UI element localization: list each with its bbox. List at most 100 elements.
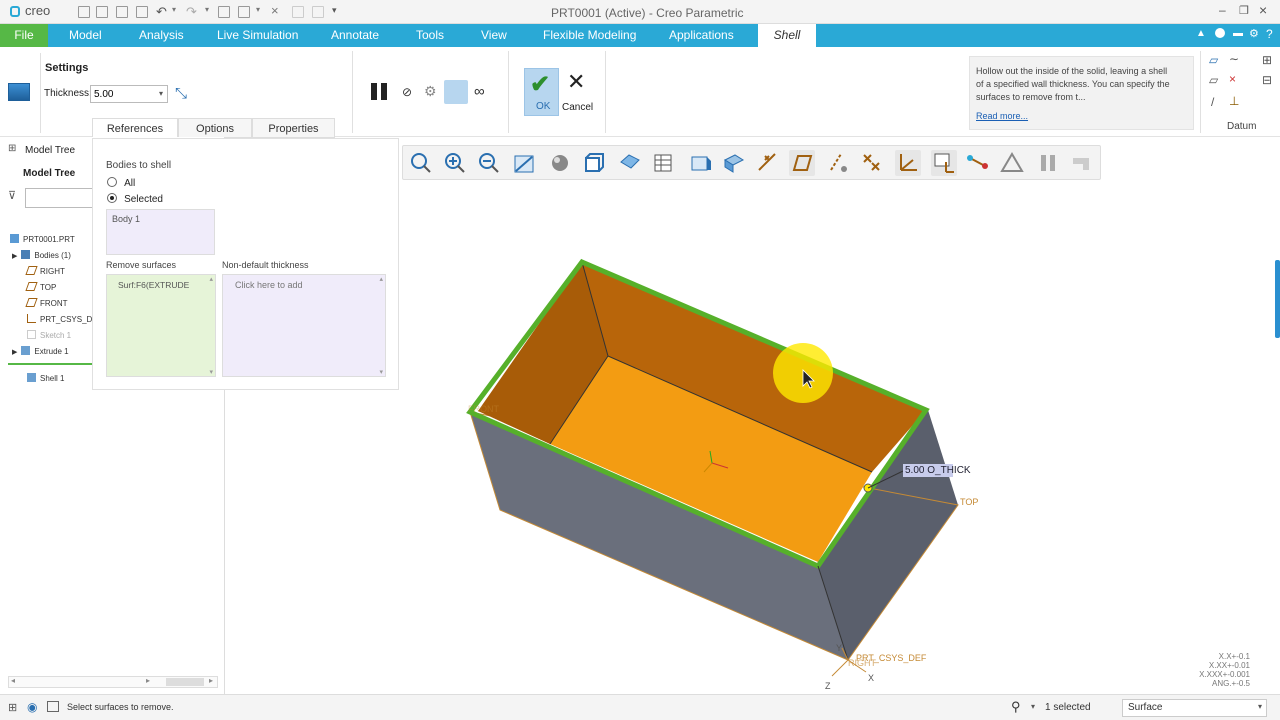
qat-dropdown-icon[interactable]: ▾ — [332, 5, 337, 16]
radio-all[interactable]: All — [107, 177, 135, 189]
tree-horizontal-scrollbar[interactable]: ◂ ▸ ▸ — [8, 676, 218, 688]
menu-tools[interactable]: Tools — [404, 24, 456, 47]
settings-icon[interactable]: ⚙ — [1249, 27, 1259, 40]
redo-icon[interactable]: ↷ — [186, 4, 197, 20]
datum-sketch-icon[interactable]: ⊞ — [1262, 53, 1272, 67]
display-style-icon[interactable] — [547, 150, 573, 176]
tree-search-input[interactable] — [25, 188, 93, 208]
scroll-right-end-icon[interactable]: ▸ — [209, 676, 213, 685]
menu-flexible-modeling[interactable]: Flexible Modeling — [531, 24, 648, 47]
tab-options[interactable]: Options — [178, 118, 252, 138]
windows-icon[interactable] — [238, 6, 250, 18]
tree-item-bodies[interactable]: ▶ Bodies (1) — [12, 248, 71, 264]
filter-dropdown-icon[interactable]: ▾ — [1258, 702, 1262, 711]
menu-live-simulation[interactable]: Live Simulation — [205, 24, 310, 47]
tree-item-extrude[interactable]: ▶ Extrude 1 — [12, 344, 69, 360]
tree-item-top[interactable]: TOP — [25, 280, 56, 296]
perspective-icon[interactable] — [651, 150, 677, 176]
read-more-link[interactable]: Read more... — [976, 111, 1028, 121]
orient-mode-icon[interactable] — [965, 150, 991, 176]
datum-plane-icon[interactable]: ▱ — [1209, 53, 1218, 67]
find-dropdown-icon[interactable]: ▾ — [1031, 702, 1035, 711]
close-button[interactable]: × — [1259, 2, 1267, 18]
minimize-button[interactable]: – — [1219, 3, 1226, 17]
menu-view[interactable]: View — [469, 24, 519, 47]
menu-shell[interactable]: Shell — [758, 24, 816, 47]
spin-center-icon[interactable] — [931, 150, 957, 176]
cancel-button[interactable]: ✕ Cancel — [560, 68, 594, 116]
plane-display-icon[interactable] — [789, 150, 815, 176]
undo-dropdown-icon[interactable]: ▾ — [172, 5, 176, 14]
save-icon[interactable] — [136, 6, 148, 18]
model-display-icon[interactable] — [1069, 150, 1095, 176]
remove-surface-item[interactable]: Surf:F6(EXTRUDE — [118, 280, 198, 290]
remove-surfaces-list[interactable]: Surf:F6(EXTRUDE ▴ ▾ — [106, 274, 216, 377]
datum-point-icon[interactable]: × — [1229, 72, 1236, 86]
tab-references[interactable]: References — [92, 118, 178, 138]
model-viewport[interactable] — [226, 183, 1280, 694]
menu-analysis[interactable]: Analysis — [127, 24, 196, 47]
body-item[interactable]: Body 1 — [112, 214, 140, 224]
undo-icon[interactable]: ↶ — [156, 4, 167, 20]
point-display-icon[interactable] — [859, 150, 885, 176]
windows-dropdown-icon[interactable]: ▾ — [256, 5, 260, 14]
tree-item-right[interactable]: RIGHT — [25, 264, 65, 280]
find-icon[interactable]: ⚲ — [1011, 699, 1021, 715]
filter-icon[interactable]: ⊽ — [8, 189, 16, 202]
model-tree-tab-icon[interactable]: ⊞ — [8, 143, 16, 154]
bodies-list[interactable]: Body 1 — [106, 209, 215, 255]
tree-item-sketch[interactable]: Sketch 1 — [27, 328, 71, 344]
scroll-thumb[interactable] — [166, 678, 204, 686]
detached-preview-icon[interactable] — [444, 80, 468, 104]
customize-icon[interactable] — [312, 6, 324, 18]
model-tree-tab[interactable]: Model Tree — [25, 145, 75, 156]
status-window-icon[interactable] — [47, 701, 59, 712]
thickness-dimension-label[interactable]: 5.00 O_THICK — [905, 465, 971, 476]
new-file-icon[interactable] — [78, 6, 90, 18]
menu-annotate[interactable]: Annotate — [319, 24, 391, 47]
datum-display-icon[interactable] — [755, 150, 781, 176]
status-toggle-icon[interactable]: ⊞ — [8, 701, 17, 714]
no-preview-icon[interactable]: ⊘ — [402, 85, 412, 99]
layout-icon[interactable]: ▬ — [1233, 28, 1243, 39]
open-file-icon[interactable] — [96, 6, 108, 18]
tree-item-shell[interactable]: Shell 1 — [27, 371, 64, 387]
scroll-right-icon[interactable]: ▸ — [146, 676, 150, 685]
radio-selected[interactable]: Selected — [107, 193, 163, 205]
pause-button[interactable] — [371, 83, 389, 101]
thickness-dropdown-icon[interactable]: ▾ — [159, 89, 163, 98]
axis-display-icon[interactable] — [825, 150, 851, 176]
datum-axis-icon[interactable]: / — [1211, 95, 1214, 109]
notification-icon[interactable] — [1215, 28, 1225, 38]
ok-button[interactable]: ✔ OK — [524, 68, 559, 116]
close-window-icon[interactable]: × — [271, 3, 279, 18]
regenerate-icon[interactable] — [116, 6, 128, 18]
tree-item-front[interactable]: FRONT — [25, 296, 68, 312]
menu-model[interactable]: Model — [57, 24, 114, 47]
collapse-ribbon-icon[interactable]: ▲ — [1196, 28, 1206, 39]
scroll-down-icon[interactable]: ▾ — [209, 368, 213, 376]
section-icon[interactable] — [687, 150, 713, 176]
help-icon[interactable]: ? — [1266, 27, 1273, 41]
annotation-display-icon[interactable] — [721, 150, 747, 176]
attached-preview-icon[interactable]: ⚙ — [424, 83, 437, 100]
mapkey-icon[interactable] — [292, 6, 304, 18]
scroll-up-icon[interactable]: ▴ — [209, 275, 213, 283]
csys-display-icon[interactable] — [895, 150, 921, 176]
redo-dropdown-icon[interactable]: ▾ — [205, 5, 209, 14]
radio-all-circle[interactable] — [107, 177, 117, 187]
viewport-side-handle[interactable] — [1275, 260, 1280, 338]
datum-more-icon[interactable]: ⊟ — [1262, 73, 1272, 87]
zoom-in-icon[interactable] — [442, 150, 468, 176]
tab-properties[interactable]: Properties — [252, 118, 335, 138]
repaint-icon[interactable] — [511, 150, 537, 176]
regen-icon[interactable] — [218, 6, 230, 18]
datum-csys-icon[interactable]: ⊥ — [1229, 94, 1239, 108]
radio-selected-circle[interactable] — [107, 193, 117, 203]
maximize-button[interactable]: ❐ — [1239, 4, 1249, 17]
view-manager-icon[interactable] — [617, 150, 643, 176]
verify-icon[interactable]: ∞ — [474, 83, 485, 100]
refit-icon[interactable] — [408, 150, 434, 176]
triangle-view-icon[interactable] — [999, 150, 1025, 176]
menu-file[interactable]: File — [0, 24, 48, 47]
